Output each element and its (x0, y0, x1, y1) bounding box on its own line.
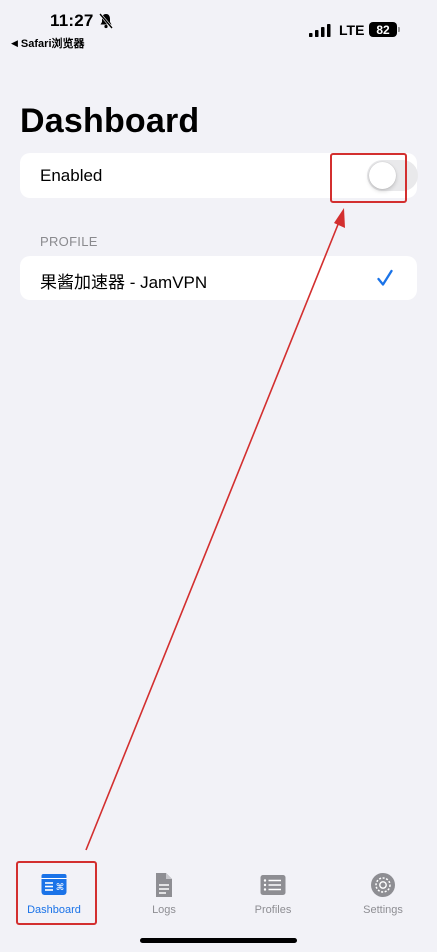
battery-level: 82 (369, 22, 397, 37)
tab-settings[interactable]: Settings (338, 872, 428, 916)
document-icon (156, 873, 172, 897)
list-icon (260, 875, 286, 895)
status-time: 11:27 (50, 11, 94, 30)
tab-settings-label: Settings (363, 904, 403, 916)
tab-profiles-label: Profiles (254, 904, 292, 916)
battery-icon: 82 (369, 22, 400, 37)
back-triangle-icon: ◀ (11, 37, 18, 48)
tab-logs-label: Logs (152, 904, 176, 916)
status-bar: 11:27 ◀ Safari浏览器 LTE 82 (0, 0, 437, 56)
battery-tip (398, 27, 400, 32)
cellular-signal-icon (309, 24, 331, 37)
home-indicator (140, 938, 297, 943)
annotation-arrow (85, 208, 345, 851)
back-to-safari-link[interactable]: ◀ Safari浏览器 (11, 35, 85, 51)
tab-profiles[interactable]: Profiles (228, 872, 318, 916)
tab-logs[interactable]: Logs (119, 872, 209, 916)
silent-bell-icon (99, 13, 113, 29)
gear-icon (371, 873, 395, 897)
enabled-label: Enabled (40, 166, 103, 185)
profile-name: 果酱加速器 - JamVPN (40, 273, 208, 292)
back-app-label: Safari浏览器 (20, 38, 85, 50)
toggle-highlight-box (330, 153, 407, 203)
profile-section-header: PROFILE (40, 234, 98, 249)
network-type: LTE (339, 22, 365, 38)
dashboard-tab-highlight-box (16, 861, 97, 925)
checkmark-icon (377, 269, 393, 286)
profile-row[interactable]: 果酱加速器 - JamVPN (20, 256, 417, 300)
page-title: Dashboard (20, 102, 200, 140)
